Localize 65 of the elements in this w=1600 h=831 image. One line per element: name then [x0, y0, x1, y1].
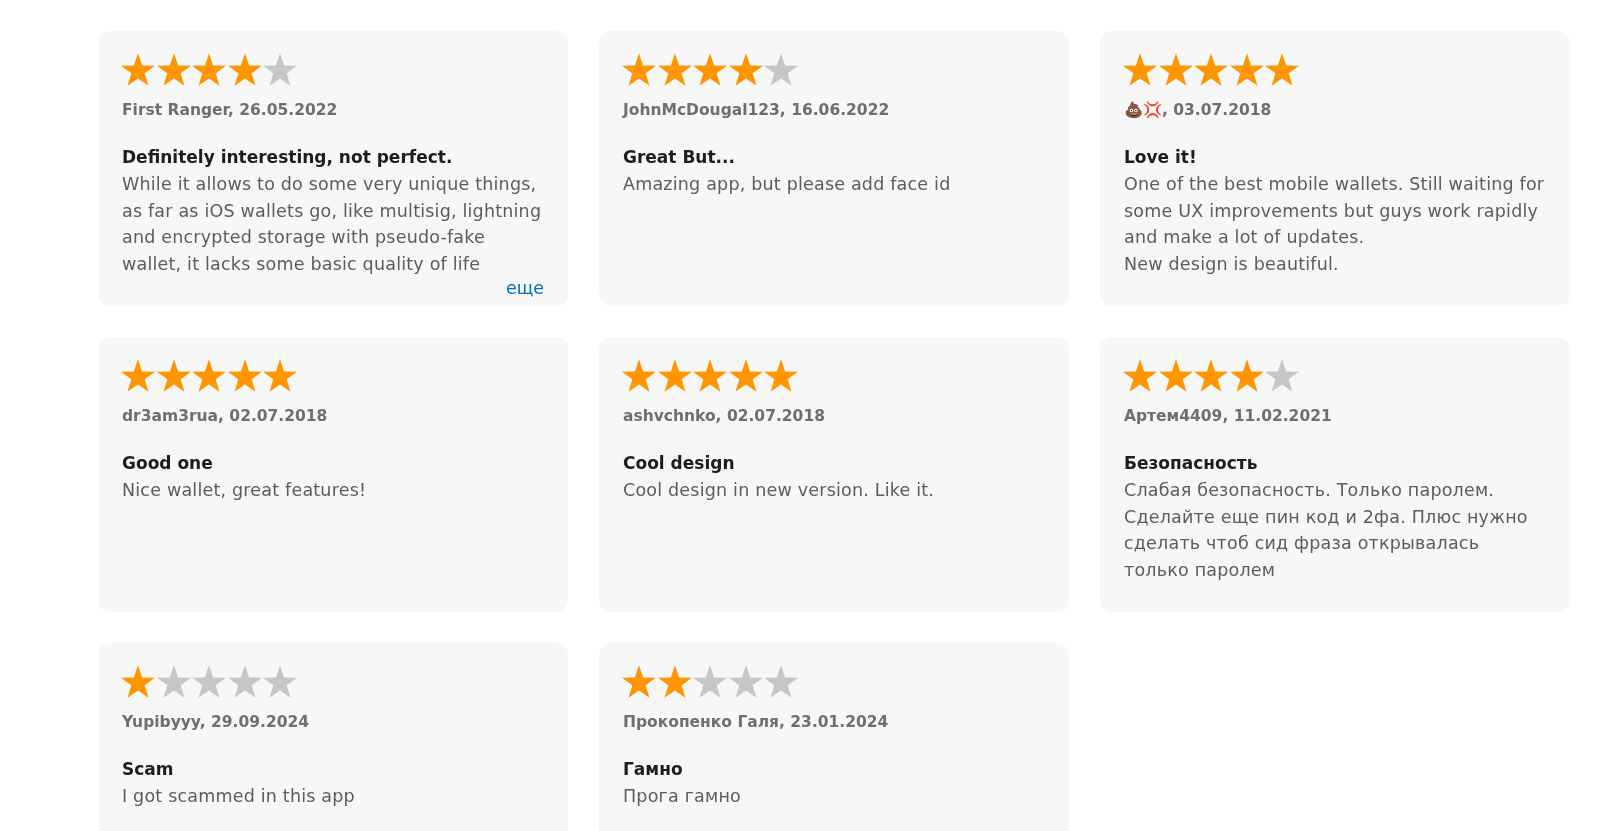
star-icon: [693, 52, 727, 86]
star-icon: [263, 52, 297, 86]
star-icon: [693, 664, 727, 698]
star-icon: [657, 52, 692, 86]
review-text: I got scammed in this app: [122, 785, 356, 808]
star-icon: [1265, 52, 1299, 86]
review-title: Гамно: [623, 758, 683, 781]
star-icon: [657, 664, 692, 698]
review-text: Nice wallet, great features!: [122, 479, 368, 502]
review-text: Amazing app, but please add face id: [623, 173, 952, 196]
review-author-date: ashvchnko, 02.07.2018: [623, 406, 825, 427]
review-author-date: dr3am3rua, 02.07.2018: [122, 406, 328, 427]
star-icon: [192, 52, 226, 86]
star-icon: [764, 358, 798, 392]
review-author-date: JohnMcDougal123, 16.06.2022: [623, 100, 890, 121]
review-title: Scam: [122, 758, 174, 781]
review-text: Cool design in new version. Like it.: [623, 479, 936, 502]
star-icon: [1123, 358, 1157, 392]
star-icon: [622, 52, 656, 86]
review-author-date: 💩💢, 03.07.2018: [1124, 100, 1272, 121]
star-icon: [1158, 52, 1193, 86]
review-author-date: Артем4409, 11.02.2021: [1124, 406, 1332, 427]
star-icon: [622, 358, 656, 392]
star-icon: [1123, 52, 1157, 86]
review-author-date: Прокопенко Галя, 23.01.2024: [623, 712, 889, 733]
star-icon: [728, 358, 763, 392]
star-icon: [121, 52, 155, 86]
review-text: Слабая безопасность. Только паролем. Сделайте еще пин код и 2фа. Плюс нужно сделать чтоб сид фраза открывалась только паролем: [1124, 479, 1529, 582]
star-icon: [227, 52, 262, 86]
star-icon: [192, 358, 226, 392]
star-icon: [728, 52, 763, 86]
review-title: Cool design: [623, 452, 735, 475]
review-title: Great But...: [623, 146, 735, 169]
star-icon: [1229, 358, 1264, 392]
star-icon: [156, 52, 191, 86]
review-title: Безопасность: [1124, 452, 1258, 475]
star-icon: [657, 358, 692, 392]
review-author-date: Yupibyyy, 29.09.2024: [122, 712, 310, 733]
star-icon: [156, 664, 191, 698]
star-icon: [121, 358, 155, 392]
star-icon: [263, 358, 297, 392]
star-icon: [263, 664, 297, 698]
star-icon: [156, 358, 191, 392]
review-text: Прога гамно: [623, 785, 742, 808]
star-icon: [192, 664, 226, 698]
review-author-date: First Ranger, 26.05.2022: [122, 100, 338, 121]
review-text: One of the best mobile wallets. Still waiting for some UX improvements but guys work rapidly and make a lot of updates. New design is beautiful.: [1124, 173, 1546, 276]
more-link[interactable]: еще: [505, 277, 544, 299]
star-icon: [693, 358, 727, 392]
star-icon: [227, 358, 262, 392]
star-icon: [1229, 52, 1264, 86]
star-icon: [1265, 358, 1299, 392]
star-icon: [1194, 52, 1228, 86]
star-icon: [227, 664, 262, 698]
review-title: Definitely interesting, not perfect.: [122, 146, 453, 169]
star-icon: [764, 52, 798, 86]
review-title: Love it!: [1124, 146, 1197, 169]
star-icon: [622, 664, 656, 698]
star-icon: [728, 664, 763, 698]
review-title: Good one: [122, 452, 213, 475]
star-icon: [1194, 358, 1228, 392]
star-icon: [764, 664, 798, 698]
star-icon: [1158, 358, 1193, 392]
review-text: While it allows to do some very unique things, as far as iOS wallets go, like multisig, lightning and encrypted storage with pseudo-fake wallet, it lacks some basic quality of life: [122, 173, 543, 276]
star-icon: [121, 664, 155, 698]
